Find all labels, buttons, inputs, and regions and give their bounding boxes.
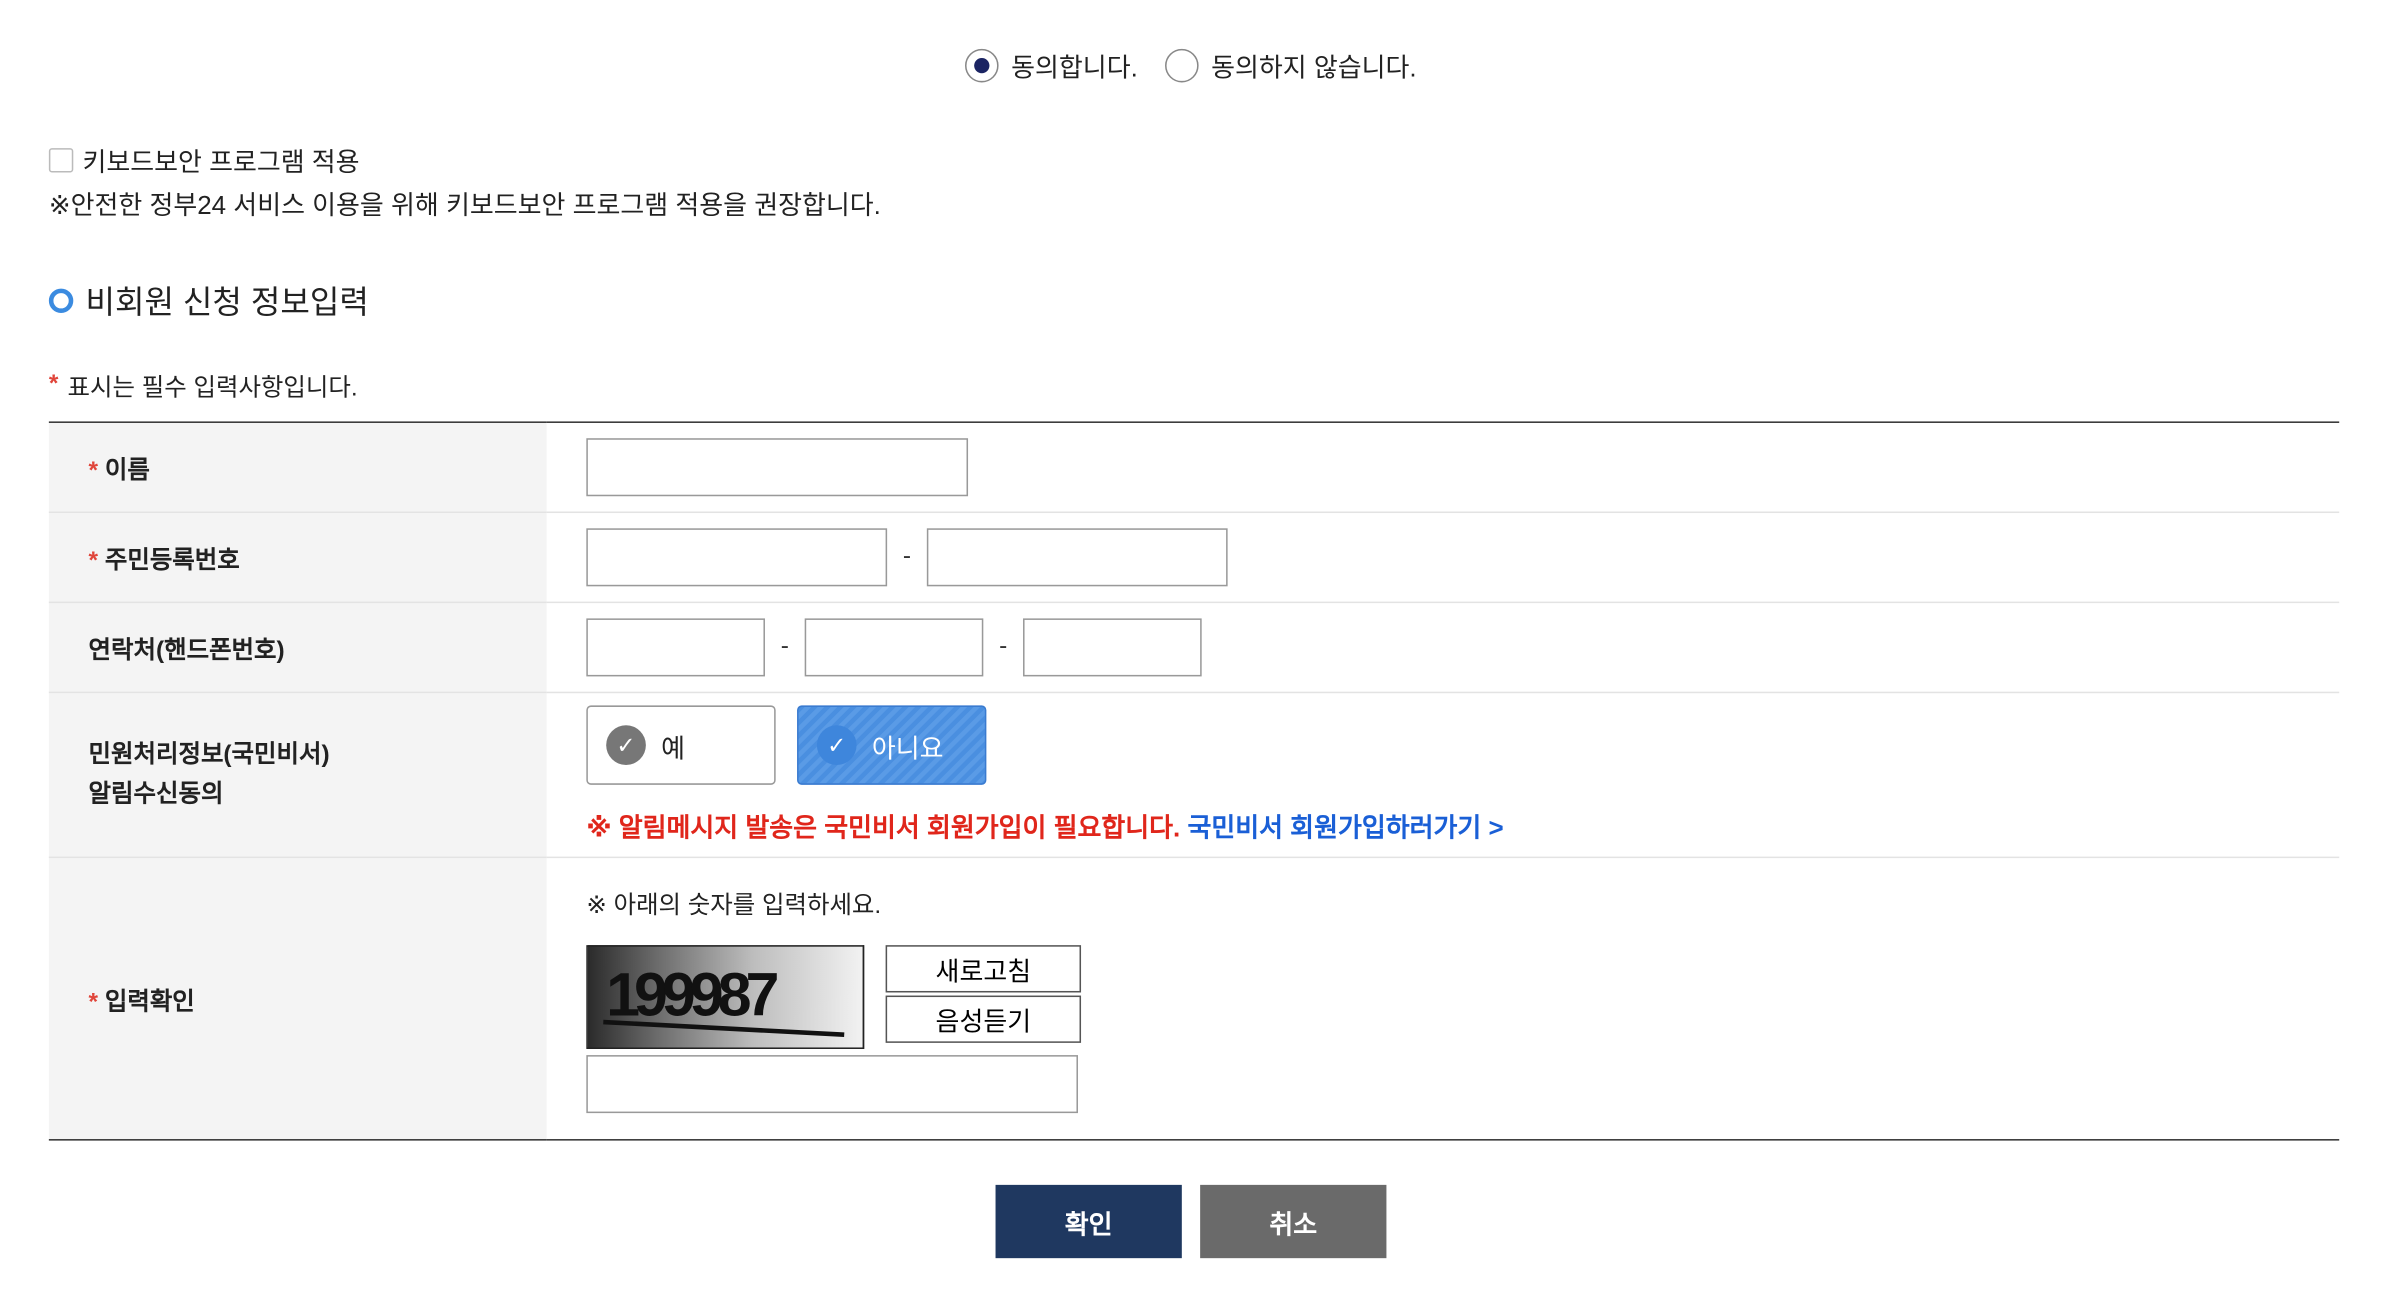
agree-radio[interactable] <box>965 48 999 82</box>
cancel-button[interactable]: 취소 <box>1200 1184 1387 1259</box>
bullet-circle-icon <box>48 288 74 314</box>
check-icon: ✓ <box>816 725 857 765</box>
check-icon: ✓ <box>606 725 646 765</box>
alert-warning: ※ 알림메시지 발송은 국민비서 회원가입이 필요합니다. 국민비서 회원가입하… <box>586 806 2339 844</box>
phone-first-input[interactable] <box>586 618 765 677</box>
dash: - <box>780 633 789 660</box>
agree-label: 동의합니다. <box>1011 53 1138 83</box>
row-resident-number: * 주민등록번호 - <box>48 512 2340 604</box>
resident-number-front-input[interactable] <box>586 528 888 587</box>
confirm-button[interactable]: 확인 <box>995 1184 1182 1259</box>
keyboard-security-label: 키보드보안 프로그램 적용 <box>82 148 360 178</box>
alert-label-cell: 민원처리정보(국민비서) 알림수신동의 <box>48 692 547 859</box>
page: 동의합니다. 동의하지 않습니다. 키보드보안 프로그램 적용 ※안전한 정부2… <box>0 0 2382 1298</box>
alert-consent-cell: ✓ 예 ✓ 아니요 ※ 알림메시지 발송은 국민비서 회원가입이 필요합니다. … <box>546 692 2340 859</box>
alert-yes-button[interactable]: ✓ 예 <box>586 705 776 785</box>
name-label-cell: * 이름 <box>48 422 547 514</box>
phone-middle-input[interactable] <box>804 618 984 677</box>
alert-no-label: 아니요 <box>871 733 944 763</box>
agree-option[interactable]: 동의합니다. <box>965 46 1138 84</box>
alert-label-line2: 알림수신동의 <box>88 781 224 807</box>
keyboard-security-note: ※안전한 정부24 서비스 이용을 위해 키보드보안 프로그램 적용을 권장합니… <box>48 190 881 220</box>
form-actions: 확인 취소 <box>0 1184 2382 1259</box>
captcha-cell: ※ 아래의 숫자를 입력하세요. 199987 새로고침 음성듣기 <box>547 857 2340 1139</box>
disagree-option[interactable]: 동의하지 않습니다. <box>1165 46 1417 84</box>
captcha-audio-button[interactable]: 음성듣기 <box>885 995 1082 1043</box>
row-captcha: * 입력확인 ※ 아래의 숫자를 입력하세요. 199987 새로고침 음성듣기 <box>48 857 2340 1140</box>
keyboard-security-checkbox[interactable] <box>48 147 74 172</box>
captcha-row: 199987 새로고침 음성듣기 <box>586 945 2339 1049</box>
phone-input-cell: - - <box>546 602 2340 694</box>
row-phone: 연락처(핸드폰번호) - - <box>48 602 2340 694</box>
section-title: 비회원 신청 정보입력 <box>85 285 369 321</box>
captcha-image: 199987 <box>586 945 865 1049</box>
captcha-input[interactable] <box>586 1055 1078 1114</box>
captcha-label: 입력확인 <box>104 989 195 1016</box>
phone-label-cell: 연락처(핸드폰번호) <box>48 602 547 694</box>
applicant-form: * 이름 * 주민등록번호 - 연락처(핸드폰번호) - - 민원처리정보(국민… <box>48 421 2340 1141</box>
resident-label-cell: * 주민등록번호 <box>48 512 547 604</box>
captcha-buttons: 새로고침 음성듣기 <box>885 945 1082 1043</box>
required-star-icon: * <box>88 548 99 575</box>
required-note: * 표시는 필수 입력사항입니다. <box>49 366 358 403</box>
resident-label: 주민등록번호 <box>104 548 240 575</box>
captcha-refresh-button[interactable]: 새로고침 <box>885 945 1082 993</box>
row-name: * 이름 <box>48 422 2340 514</box>
name-input-cell <box>546 422 2340 514</box>
required-star-icon: * <box>88 989 99 1016</box>
resident-input-cell: - <box>546 512 2340 604</box>
resident-number-back-input[interactable] <box>926 528 1228 587</box>
disagree-label: 동의하지 않습니다. <box>1211 53 1417 83</box>
captcha-note: ※ 아래의 숫자를 입력하세요. <box>586 893 882 920</box>
alert-warning-text: ※ 알림메시지 발송은 국민비서 회원가입이 필요합니다. <box>586 813 1181 843</box>
disagree-radio[interactable] <box>1165 48 1199 82</box>
signup-link[interactable]: 국민비서 회원가입하러가기 > <box>1187 814 1503 843</box>
alert-no-button[interactable]: ✓ 아니요 <box>797 705 987 785</box>
row-alert-consent: 민원처리정보(국민비서) 알림수신동의 ✓ 예 ✓ 아니요 ※ 알림메시지 발송… <box>48 692 2340 859</box>
required-star-icon: * <box>88 458 99 485</box>
section-heading: 비회원 신청 정보입력 <box>48 278 369 324</box>
keyboard-security-option[interactable]: 키보드보안 프로그램 적용 <box>48 140 360 178</box>
name-input[interactable] <box>586 438 969 497</box>
name-label: 이름 <box>104 458 150 485</box>
agreement-group: 동의합니다. 동의하지 않습니다. <box>0 46 2382 84</box>
phone-label: 연락처(핸드폰번호) <box>88 638 285 665</box>
phone-last-input[interactable] <box>1023 618 1202 677</box>
required-star-icon: * <box>48 371 59 397</box>
required-note-text: 표시는 필수 입력사항입니다. <box>67 375 358 402</box>
alert-yes-label: 예 <box>661 733 686 763</box>
captcha-label-cell: * 입력확인 <box>48 857 547 1140</box>
alert-label-line1: 민원처리정보(국민비서) <box>88 741 330 768</box>
dash: - <box>999 633 1008 660</box>
alert-consent-toggle: ✓ 예 ✓ 아니요 <box>586 705 2339 785</box>
dash: - <box>902 543 912 570</box>
